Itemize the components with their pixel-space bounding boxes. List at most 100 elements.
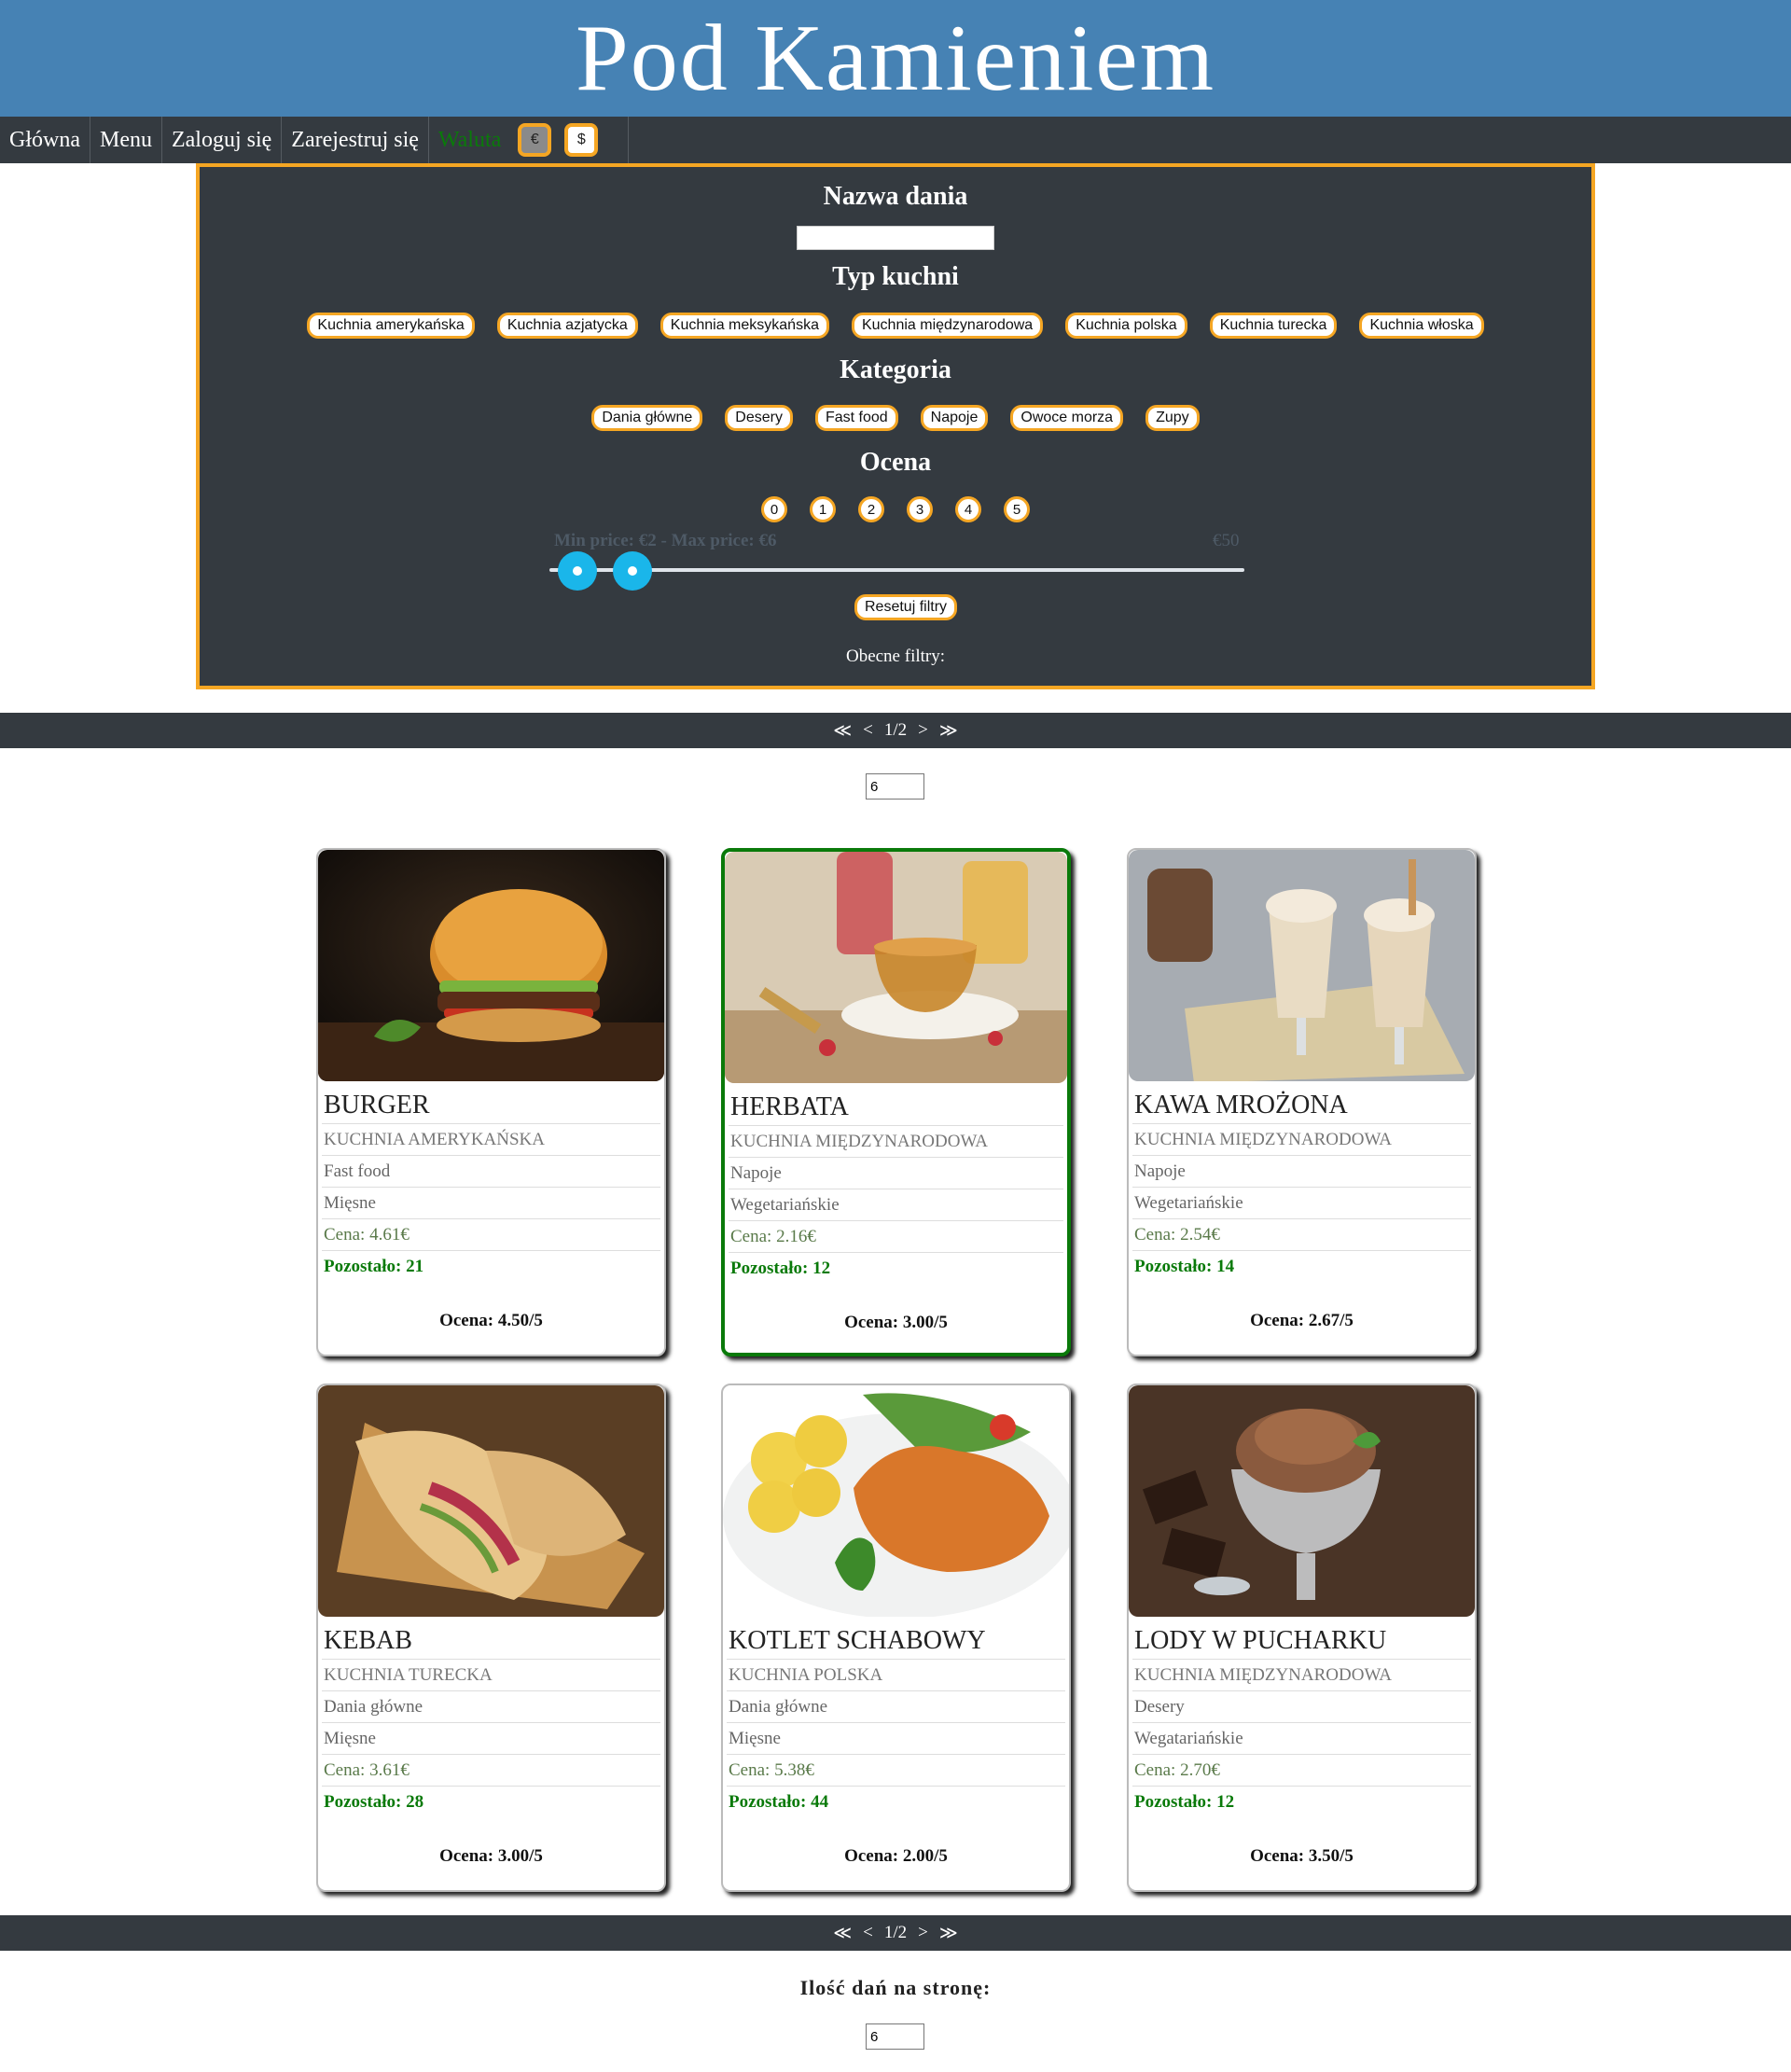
first-page-button[interactable]: ≪ bbox=[833, 720, 852, 742]
dish-cuisine: Kuchnia międzynarodowa bbox=[729, 1126, 1063, 1158]
dish-card[interactable]: Burger Kuchnia amerykańska Fast food Mię… bbox=[316, 848, 666, 1356]
nav-item-login[interactable]: Zaloguj się bbox=[162, 117, 283, 163]
currency-switcher: Waluta € $ bbox=[429, 117, 630, 163]
category-chip-main[interactable]: Dania główne bbox=[591, 405, 703, 431]
dish-rating: Ocena: 4.50/5 bbox=[439, 1311, 543, 1330]
category-chip-fastfood[interactable]: Fast food bbox=[814, 405, 898, 431]
dish-stock: Pozostało: 44 bbox=[729, 1792, 829, 1812]
dish-diet: Wegetariańskie bbox=[729, 1189, 1063, 1221]
first-page-button[interactable]: ≪ bbox=[833, 1923, 852, 1944]
current-filters-label: Obecne filtry: bbox=[845, 647, 946, 666]
dish-category: Desery bbox=[1132, 1691, 1471, 1723]
cuisine-chip-polish[interactable]: Kuchnia polska bbox=[1065, 313, 1187, 339]
price-slider-max-handle[interactable] bbox=[613, 551, 653, 591]
dish-card[interactable]: Lody w pucharku Kuchnia międzynarodowa D… bbox=[1127, 1384, 1477, 1892]
currency-eur-button[interactable]: € bbox=[518, 123, 552, 157]
price-slider-track[interactable] bbox=[549, 568, 1244, 572]
category-chip-desserts[interactable]: Desery bbox=[725, 405, 793, 431]
pagination-bottom: ≪ < 1/2 > ≫ bbox=[0, 1915, 1791, 1951]
site-header: Pod Kamieniem bbox=[0, 0, 1791, 117]
cuisine-chip-mexican[interactable]: Kuchnia meksykańska bbox=[659, 313, 829, 339]
rating-heading: Ocena bbox=[859, 448, 932, 477]
dish-price: Cena: 2.16€ bbox=[729, 1221, 1063, 1253]
prev-page-button[interactable]: < bbox=[863, 1923, 873, 1943]
price-range-label: Min price: €2 - Max price: €6 bbox=[554, 531, 777, 550]
dish-card[interactable]: Herbata Kuchnia międzynarodowa Napoje We… bbox=[721, 848, 1071, 1356]
dish-details: Herbata Kuchnia międzynarodowa Napoje We… bbox=[729, 1089, 1063, 1285]
category-chip-soups[interactable]: Zupy bbox=[1145, 405, 1200, 431]
dish-name: Kawa mrożona bbox=[1132, 1087, 1471, 1124]
dish-cuisine: Kuchnia międzynarodowa bbox=[1132, 1124, 1471, 1156]
dish-image bbox=[318, 850, 664, 1081]
per-page-label: Ilość dań na stronę: bbox=[799, 1976, 992, 1999]
pagination-top: ≪ < 1/2 > ≫ bbox=[0, 713, 1791, 748]
cuisine-chip-asian[interactable]: Kuchnia azjatycka bbox=[496, 313, 638, 339]
cuisine-heading: Typ kuchni bbox=[832, 262, 959, 291]
dish-name: Lody w pucharku bbox=[1132, 1622, 1471, 1660]
page-indicator: 1/2 bbox=[883, 1923, 908, 1942]
dish-stock: Pozostało: 14 bbox=[1134, 1257, 1235, 1276]
dish-name: Kotlet schabowy bbox=[727, 1622, 1065, 1660]
next-page-button[interactable]: > bbox=[918, 1923, 928, 1943]
nav-item-register[interactable]: Zarejestruj się bbox=[282, 117, 429, 163]
dish-name: Kebab bbox=[322, 1622, 660, 1660]
rating-chip-5[interactable]: 5 bbox=[1004, 496, 1030, 522]
dish-name: Herbata bbox=[729, 1089, 1063, 1126]
next-page-button[interactable]: > bbox=[918, 720, 928, 741]
dish-card[interactable]: Kotlet schabowy Kuchnia polska Dania głó… bbox=[721, 1384, 1071, 1892]
dish-card[interactable]: Kawa mrożona Kuchnia międzynarodowa Napo… bbox=[1127, 848, 1477, 1356]
page-indicator: 1/2 bbox=[883, 720, 908, 740]
per-page-input-top[interactable] bbox=[866, 773, 924, 800]
site-title: Pod Kamieniem bbox=[575, 6, 1216, 111]
dish-diet: Mięsne bbox=[727, 1723, 1065, 1755]
reset-filters-button[interactable]: Resetuj filtry bbox=[854, 594, 958, 620]
dish-price: Cena: 2.54€ bbox=[1132, 1219, 1471, 1251]
price-max-label: €50 bbox=[1213, 531, 1240, 550]
rating-chip-2[interactable]: 2 bbox=[858, 496, 884, 522]
dish-name-input[interactable] bbox=[797, 226, 994, 250]
dish-card[interactable]: Kebab Kuchnia turecka Dania główne Mięsn… bbox=[316, 1384, 666, 1892]
dish-image bbox=[1129, 850, 1475, 1081]
dish-category: Napoje bbox=[729, 1158, 1063, 1189]
main-navbar: Główna Menu Zaloguj się Zarejestruj się … bbox=[0, 117, 1791, 163]
last-page-button[interactable]: ≫ bbox=[939, 720, 958, 742]
dish-details: Kotlet schabowy Kuchnia polska Dania głó… bbox=[727, 1622, 1065, 1818]
dish-stock: Pozostało: 28 bbox=[324, 1792, 424, 1812]
per-page-input-bottom[interactable] bbox=[866, 2023, 924, 2050]
cuisine-chip-turkish[interactable]: Kuchnia turecka bbox=[1209, 313, 1338, 339]
dish-price: Cena: 4.61€ bbox=[322, 1219, 660, 1251]
rating-chip-3[interactable]: 3 bbox=[907, 496, 933, 522]
rating-chip-4[interactable]: 4 bbox=[955, 496, 981, 522]
prev-page-button[interactable]: < bbox=[863, 720, 873, 741]
category-chip-drinks[interactable]: Napoje bbox=[920, 405, 989, 431]
cuisine-chip-international[interactable]: Kuchnia międzynarodowa bbox=[851, 313, 1044, 339]
dish-image bbox=[725, 852, 1067, 1083]
rating-chip-0[interactable]: 0 bbox=[761, 496, 787, 522]
dish-cuisine: Kuchnia amerykańska bbox=[322, 1124, 660, 1156]
dish-name-heading: Nazwa dania bbox=[823, 182, 968, 211]
currency-usd-button[interactable]: $ bbox=[564, 123, 599, 157]
dish-image bbox=[723, 1385, 1069, 1617]
category-filter-row: Dania główne Desery Fast food Napoje Owo… bbox=[200, 405, 1591, 431]
nav-item-home[interactable]: Główna bbox=[0, 117, 90, 163]
category-chip-seafood[interactable]: Owoce morza bbox=[1010, 405, 1124, 431]
dish-rating: Ocena: 3.00/5 bbox=[439, 1846, 543, 1866]
dish-diet: Wegetariańskie bbox=[1132, 1188, 1471, 1219]
dish-details: Kawa mrożona Kuchnia międzynarodowa Napo… bbox=[1132, 1087, 1471, 1283]
last-page-button[interactable]: ≫ bbox=[939, 1923, 958, 1944]
dish-details: Lody w pucharku Kuchnia międzynarodowa D… bbox=[1132, 1622, 1471, 1818]
currency-label: Waluta bbox=[437, 127, 502, 152]
cuisine-chip-italian[interactable]: Kuchnia włoska bbox=[1359, 313, 1484, 339]
dish-price: Cena: 5.38€ bbox=[727, 1755, 1065, 1787]
dish-rating: Ocena: 3.00/5 bbox=[844, 1313, 948, 1332]
dish-stock: Pozostało: 21 bbox=[324, 1257, 424, 1276]
cuisine-chip-american[interactable]: Kuchnia amerykańska bbox=[307, 313, 475, 339]
nav-item-menu[interactable]: Menu bbox=[90, 117, 162, 163]
dish-diet: Mięsne bbox=[322, 1188, 660, 1219]
dish-category: Napoje bbox=[1132, 1156, 1471, 1188]
price-slider-min-handle[interactable] bbox=[557, 551, 597, 591]
dish-stock: Pozostało: 12 bbox=[730, 1258, 831, 1278]
rating-chip-1[interactable]: 1 bbox=[810, 496, 836, 522]
dish-image bbox=[318, 1385, 664, 1617]
dish-price: Cena: 2.70€ bbox=[1132, 1755, 1471, 1787]
